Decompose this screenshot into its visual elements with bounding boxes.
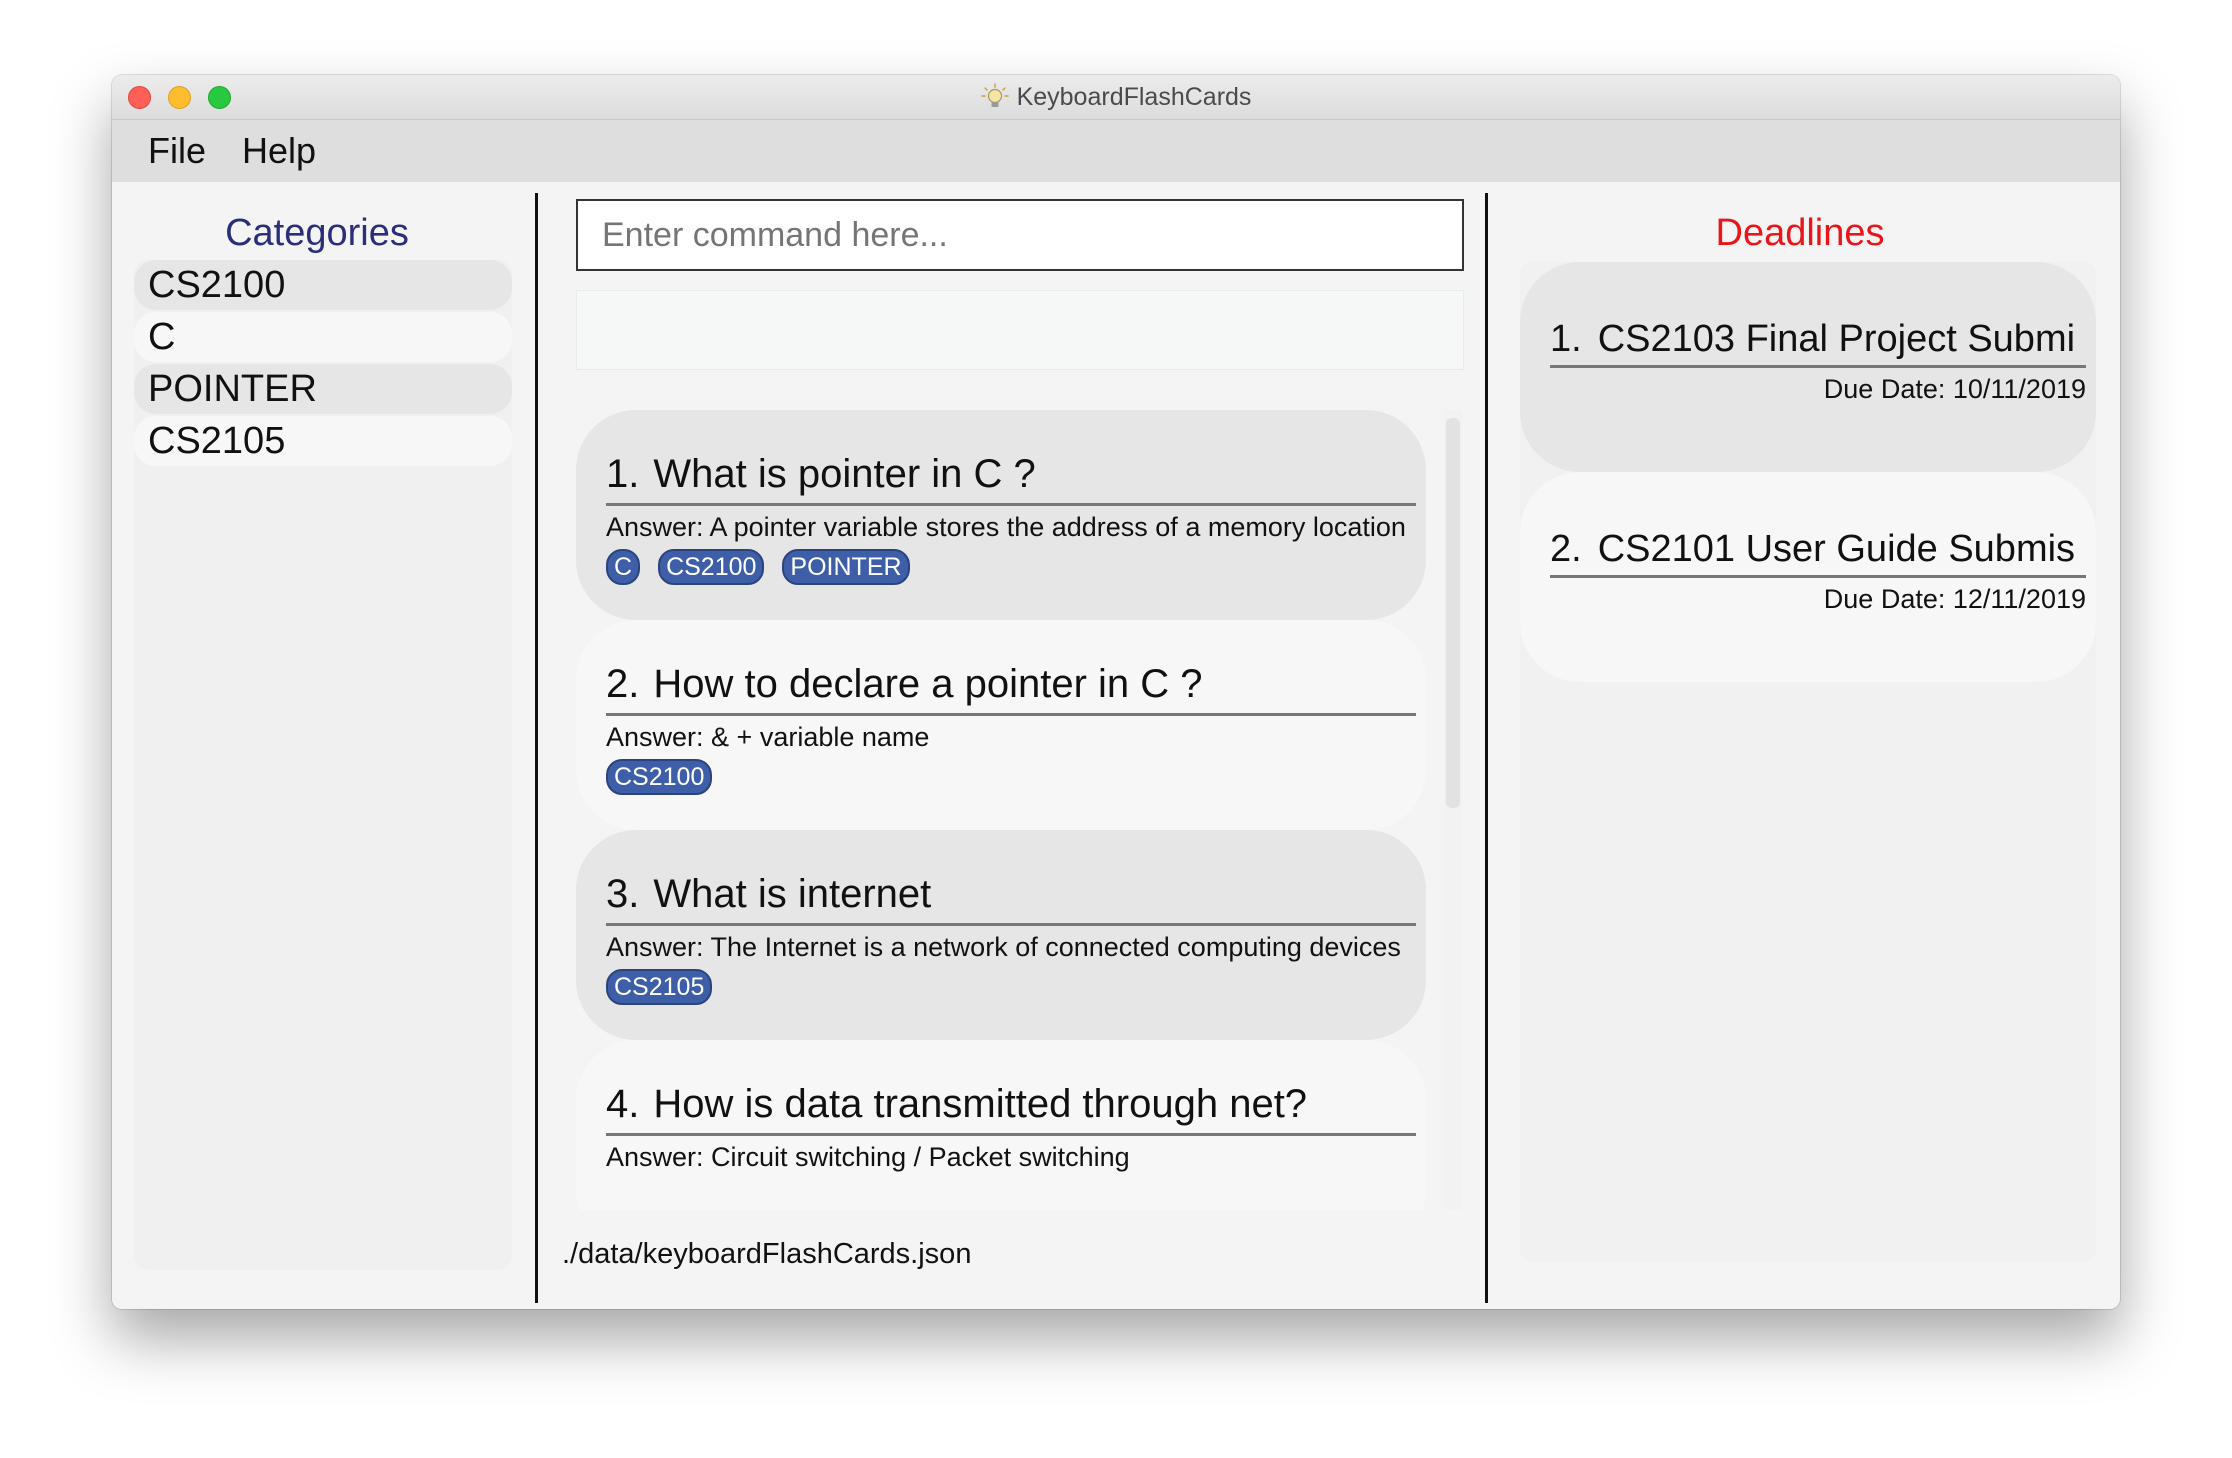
deadline-due-date: Due Date: 12/11/2019	[1823, 584, 2086, 614]
flashcard-number: 1.	[606, 452, 640, 496]
deadline-card[interactable]: 1. CS2103 Final Project Submi Due Date: 1…	[1520, 262, 2096, 472]
category-item[interactable]: POINTER	[134, 364, 512, 414]
flashcard-answer: Answer: A pointer variable stores the ad…	[606, 512, 1406, 542]
menu-help[interactable]: Help	[242, 130, 316, 172]
deadline-task-text: CS2103 Final Project Submi	[1597, 318, 2076, 360]
tag-badge: POINTER	[782, 549, 910, 585]
scrollbar-thumb[interactable]	[1446, 418, 1460, 808]
command-input[interactable]	[576, 199, 1464, 271]
flashcard-list[interactable]: 1. What is pointer in C ? Answer: A point…	[576, 410, 1476, 1210]
deadlines-title: Deadlines	[1715, 212, 1885, 254]
flashcard-tags: C CS2100 POINTER	[606, 549, 1416, 585]
panel-divider	[535, 193, 538, 1303]
tag-badge: C	[606, 549, 641, 585]
flashcard-question: 3. What is internet	[606, 872, 1416, 926]
window-title-group: KeyboardFlashCards	[112, 75, 2120, 119]
flashcard[interactable]: 2. How to declare a pointer in C ? Answer…	[576, 620, 1426, 830]
deadline-task: 2. CS2101 User Guide Submis	[1550, 528, 2086, 578]
status-file-path: ./data/keyboardFlashCards.json	[562, 1238, 972, 1270]
deadline-task-text: CS2101 User Guide Submis	[1597, 528, 2076, 570]
menu-file[interactable]: File	[148, 130, 206, 172]
title-bar[interactable]: KeyboardFlashCards	[112, 75, 2120, 120]
deadline-card[interactable]: 2. CS2101 User Guide Submis Due Date: 12/…	[1520, 472, 2096, 682]
category-list[interactable]: CS2100 C POINTER CS2105	[134, 260, 512, 1270]
deadline-number: 2.	[1550, 528, 1582, 570]
category-item[interactable]: CS2105	[134, 416, 512, 466]
flashcard-question: 4. How is data transmitted through net?	[606, 1082, 1416, 1136]
flashcard-question: 1. What is pointer in C ?	[606, 452, 1416, 506]
flashcard-number: 3.	[606, 872, 640, 916]
flashcard-answer: Answer: & + variable name	[606, 722, 930, 752]
flashcard-answer: Answer: The Internet is a network of con…	[606, 932, 1401, 962]
flashcard-question-text: What is pointer in C ?	[653, 452, 1036, 496]
category-item[interactable]: C	[134, 312, 512, 362]
window-title: KeyboardFlashCards	[1016, 82, 1252, 111]
category-item[interactable]: CS2100	[134, 260, 512, 310]
menu-bar: File Help	[112, 120, 2120, 182]
tag-badge: CS2100	[606, 759, 713, 795]
status-bar: ./data/keyboardFlashCards.json	[542, 1228, 1477, 1298]
flashcard-tags: CS2100	[606, 759, 1416, 795]
flashcard[interactable]: 4. How is data transmitted through net? A…	[576, 1040, 1426, 1210]
flashcard-question-text: How is data transmitted through net?	[653, 1082, 1308, 1126]
deadline-list[interactable]: 1. CS2103 Final Project Submi Due Date: 1…	[1520, 262, 2096, 1262]
flashcard-question-text: How to declare a pointer in C ?	[653, 662, 1203, 706]
tag-badge: CS2100	[658, 549, 765, 585]
result-display	[576, 290, 1464, 370]
flashcard-answer: Answer: Circuit switching / Packet switc…	[606, 1142, 1130, 1172]
deadlines-panel: Deadlines 1. CS2103 Final Project Submi D…	[1490, 182, 2120, 1309]
app-window: KeyboardFlashCards File Help Categories …	[112, 75, 2120, 1309]
flashcard-tags: CS2105	[606, 969, 1416, 1005]
flashcard-panel: 1. What is pointer in C ? Answer: A point…	[542, 182, 1482, 1309]
flashcard[interactable]: 1. What is pointer in C ? Answer: A point…	[576, 410, 1426, 620]
deadline-task: 1. CS2103 Final Project Submi	[1550, 318, 2086, 368]
categories-panel: Categories CS2100 C POINTER CS2105	[112, 182, 532, 1309]
categories-title: Categories	[225, 212, 409, 254]
deadline-due-date: Due Date: 10/11/2019	[1823, 374, 2086, 404]
lightbulb-icon	[980, 83, 1009, 107]
tag-badge: CS2105	[606, 969, 713, 1005]
panel-divider	[1485, 193, 1488, 1303]
deadline-number: 1.	[1550, 318, 1582, 360]
flashcard-question: 2. How to declare a pointer in C ?	[606, 662, 1416, 716]
flashcard-number: 2.	[606, 662, 640, 706]
flashcard[interactable]: 3. What is internet Answer: The Internet …	[576, 830, 1426, 1040]
flashcard-question-text: What is internet	[653, 872, 932, 916]
flashcard-number: 4.	[606, 1082, 640, 1126]
